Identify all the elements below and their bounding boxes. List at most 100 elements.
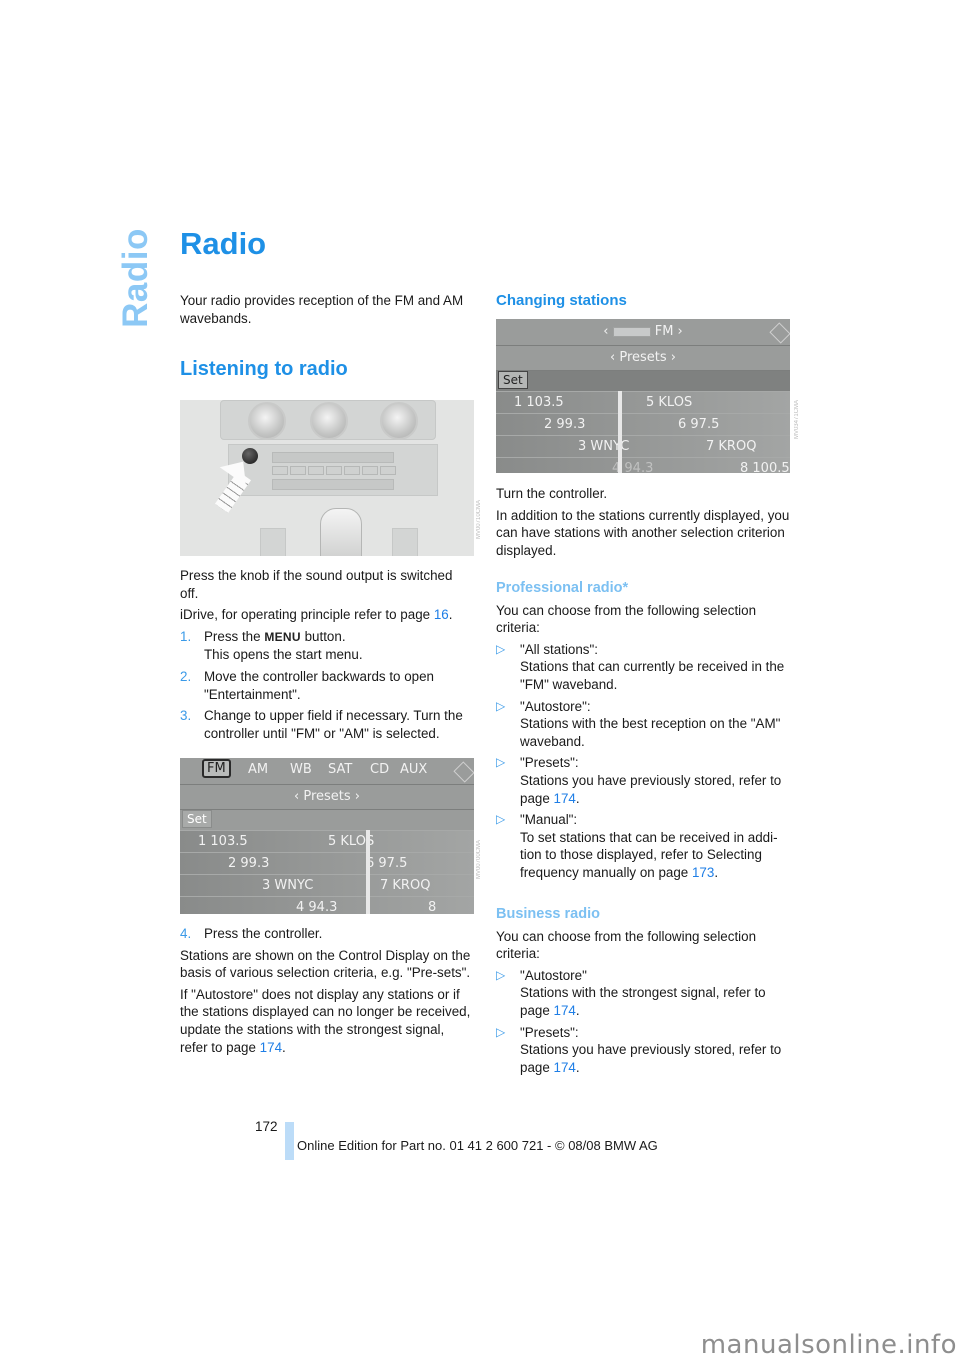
addition-text: In addition to the stations currently di…	[496, 507, 790, 558]
home-icon[interactable]	[453, 761, 474, 783]
page-link[interactable]: 16	[434, 607, 449, 622]
criterion-presets: ▷ "Presets": Stations you have previousl…	[496, 755, 782, 806]
home-icon[interactable]	[769, 322, 790, 344]
criterion-manual: ▷ "Manual": To set stations that can be …	[496, 812, 778, 880]
tab-fm[interactable]: FM	[202, 759, 231, 778]
page-link[interactable]: 174	[554, 1003, 576, 1018]
preset-button	[272, 466, 288, 475]
station-row: 1 103.5 5 KLOS	[496, 391, 790, 414]
listening-instructions: Press the knob if the sound output is sw…	[180, 567, 474, 746]
step-2: 2. Move the controller backwards to open…	[180, 668, 434, 702]
listening-heading: Listening to radio	[180, 358, 348, 380]
left-knob	[248, 402, 286, 440]
station-row: 2 99.3 6 97.5	[180, 852, 474, 875]
tab-sat[interactable]: SAT	[328, 762, 352, 777]
criterion-autostore: ▷ "Autostore" Stations with the stronges…	[496, 967, 766, 1018]
page-link[interactable]: 174	[554, 1060, 576, 1075]
station-8[interactable]: 8 100.5	[428, 900, 474, 914]
left-column-intro: Your radio provides reception of the FM …	[180, 292, 474, 331]
station-2[interactable]: 2 99.3	[228, 856, 269, 871]
criterion-autostore: ▷ "Autostore": Stations with the best re…	[496, 698, 781, 749]
photo-code: MV00710CMA	[476, 500, 482, 540]
station-row: 3 WNYC 7 KROQ	[496, 435, 790, 458]
triangle-bullet-icon: ▷	[496, 755, 506, 770]
station-1[interactable]: 1 103.5	[514, 395, 564, 410]
idrive-screen-waveband: FM AM WB SAT CD AUX ‹ Presets › Set 1 10…	[180, 758, 474, 914]
station-6[interactable]: 6 97.5	[366, 856, 407, 871]
tab-am[interactable]: AM	[248, 762, 268, 777]
tab-aux[interactable]: AUX	[400, 762, 427, 777]
press-knob-text: Press the knob if the sound output is sw…	[180, 568, 453, 601]
mode-selector[interactable]: ‹ Presets ›	[496, 346, 790, 371]
page-link[interactable]: 174	[554, 791, 576, 806]
changing-heading: Changing stations	[496, 292, 627, 309]
screen1-code: MV00700CMA	[476, 840, 482, 880]
mode-selector[interactable]: ‹ Presets ›	[180, 785, 474, 810]
cd-slot-2	[272, 479, 394, 490]
station-1[interactable]: 1 103.5	[198, 834, 248, 849]
station-row: 4 94.3 8 100.5	[496, 457, 790, 473]
screen2-code: MV03471CMA	[794, 400, 800, 440]
professional-intro: You can choose from the following select…	[496, 602, 757, 636]
autostore-text: If "Autostore" does not display any stat…	[180, 986, 471, 1055]
step-4: 4. Press the controller.	[180, 926, 323, 941]
stations-text: Stations are shown on the Control Displa…	[180, 947, 471, 981]
preset-button	[344, 466, 360, 475]
triangle-bullet-icon: ▷	[496, 1024, 506, 1039]
station-8[interactable]: 8 100.5	[740, 461, 790, 473]
listening-more: 4. Press the controller. Stations are sh…	[180, 925, 474, 1060]
station-7[interactable]: 7 KROQ	[706, 439, 756, 454]
tab-cd[interactable]: CD	[370, 762, 389, 777]
changing-heading-block: Changing stations	[496, 292, 790, 310]
triangle-bullet-icon: ▷	[496, 641, 506, 656]
set-button[interactable]: Set	[182, 810, 212, 828]
station-row: 2 99.3 6 97.5	[496, 413, 790, 436]
cd-slot-1	[272, 452, 394, 463]
station-7[interactable]: 7 KROQ	[380, 878, 430, 893]
professional-heading: Professional radio*	[496, 580, 629, 596]
step-1: 1. Press the MENU button. This opens the…	[180, 628, 363, 663]
page-link[interactable]: 173	[692, 865, 714, 880]
tab-wb[interactable]: WB	[290, 762, 312, 777]
set-button[interactable]: Set	[498, 371, 528, 389]
triangle-bullet-icon: ▷	[496, 812, 506, 827]
changing-text: Turn the controller. In addition to the …	[496, 485, 790, 563]
lower-switches-right	[392, 528, 418, 556]
station-4[interactable]: 4 94.3	[296, 900, 337, 914]
preset-button	[326, 466, 342, 475]
preset-button	[290, 466, 306, 475]
station-2[interactable]: 2 99.3	[544, 417, 585, 432]
listening-heading-block: Listening to radio	[180, 358, 474, 380]
radio-icon	[612, 326, 651, 337]
band-selector[interactable]: ‹ FM ›	[496, 319, 790, 346]
right-knob	[380, 402, 418, 440]
section-side-tab: Radio	[116, 228, 156, 328]
station-5[interactable]: 5 KLOS	[646, 395, 692, 410]
preset-button	[362, 466, 378, 475]
step-3: 3. Change to upper field if necessary. T…	[180, 708, 463, 741]
console-photo	[180, 400, 474, 556]
criterion-presets: ▷ "Presets": Stations you have previousl…	[496, 1024, 782, 1075]
station-3[interactable]: 3 WNYC	[262, 878, 313, 893]
watermark: manualsonline.info	[700, 1330, 957, 1360]
station-row: 1 103.5 5 KLOS	[180, 830, 474, 853]
page-link[interactable]: 174	[260, 1040, 282, 1055]
idrive-screen-presets: ‹ FM › ‹ Presets › Set 1 103.5 5 KLOS 2 …	[496, 319, 790, 473]
station-6[interactable]: 6 97.5	[678, 417, 719, 432]
footer-accent-bar	[285, 1122, 294, 1160]
gear-selector	[320, 508, 362, 556]
triangle-bullet-icon: ▷	[496, 698, 506, 713]
side-tab-label: Radio	[116, 228, 155, 328]
waveband-tabs: FM AM WB SAT CD AUX	[180, 758, 474, 785]
criterion-all-stations: ▷ "All stations": Stations that can curr…	[496, 641, 785, 692]
set-row: Set	[496, 371, 790, 392]
lower-switches-left	[260, 528, 286, 556]
idrive-reference: iDrive, for operating principle refer to…	[180, 607, 453, 623]
edition-text: Online Edition for Part no. 01 41 2 600 …	[297, 1138, 658, 1153]
business-intro: You can choose from the following select…	[496, 928, 757, 962]
station-row: 3 WNYC 7 KROQ	[180, 874, 474, 897]
professional-section: Professional radio* You can choose from …	[496, 580, 790, 886]
station-row: 4 94.3 8 100.5	[180, 896, 474, 914]
preset-button	[308, 466, 324, 475]
preset-button	[380, 466, 396, 475]
